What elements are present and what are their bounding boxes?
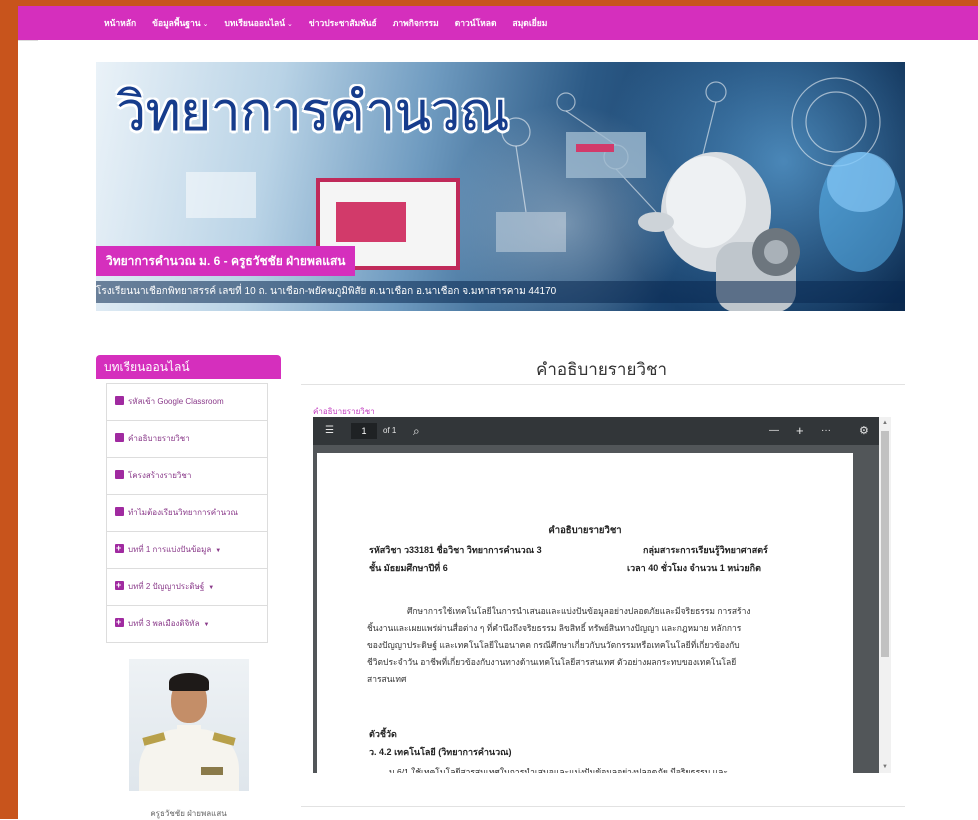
book-icon [115, 433, 124, 442]
divider [301, 806, 905, 807]
chevron-down-icon: ⌄ [202, 21, 209, 28]
sidebar-item-google-classroom[interactable]: รหัสเข้า Google Classroom [107, 384, 267, 421]
left-edge-stripe [0, 0, 18, 819]
nav-online-lessons[interactable]: บทเรียนออนไลน์ ⌄ [224, 16, 292, 30]
settings-icon[interactable]: ⚙ [859, 417, 869, 445]
zoom-out-button[interactable]: — [769, 417, 779, 445]
nav-guestbook[interactable]: สมุดเยี่ยม [513, 16, 548, 30]
sidebar-item-why-study[interactable]: ทำไมต้องเรียนวิทยาการคำนวณ [107, 495, 267, 532]
sidebar: บทเรียนออนไลน์ รหัสเข้า Google Classroom… [96, 355, 281, 820]
scroll-down-icon[interactable]: ▼ [881, 763, 889, 771]
zoom-in-button[interactable]: + [796, 417, 804, 445]
indicator-line: ม.6/1 ใช้เทคโนโลยีสารสนเทศในการนำเสนอและ… [389, 767, 728, 773]
sidebar-item-chapter-3[interactable]: บทที่ 3 พลเมืองดิจิทัล▼ [107, 604, 267, 642]
standard-heading: ว. 4.2 เทคโนโลยี (วิทยาการคำนวณ) [369, 747, 512, 757]
caret-down-icon: ▼ [208, 585, 215, 591]
divider [18, 40, 38, 41]
chevron-down-icon: ⌄ [287, 21, 293, 28]
pdf-toolbar: ☰ 1 of 1 ⌕ — + ··· ⚙ [313, 417, 879, 445]
scrollbar-thumb[interactable] [881, 431, 889, 657]
course-description-paragraph: ศึกษาการใช้เทคโนโลยีในการนำเสนอและแบ่งปั… [367, 606, 751, 684]
nav-basic-info[interactable]: ข้อมูลพื้นฐาน ⌄ [152, 16, 208, 30]
time-credits: เวลา 40 ชั่วโมง จำนวน 1 หน่วยกิต [627, 563, 761, 573]
pdf-scrollbar[interactable]: ▲ ▼ [879, 417, 891, 773]
sidebar-item-course-description[interactable]: คำอธิบายรายวิชา [107, 421, 267, 458]
page-number-input[interactable]: 1 [351, 423, 377, 439]
nav-news[interactable]: ข่าวประชาสัมพันธ์ [309, 16, 377, 30]
nav-home[interactable]: หน้าหลัก [104, 16, 136, 30]
scroll-up-icon[interactable]: ▲ [881, 419, 889, 427]
top-navigation-bar: หน้าหลัก ข้อมูลพื้นฐาน ⌄ บทเรียนออนไลน์ ⌄ … [18, 6, 978, 40]
page-title: คำอธิบายรายวิชา [536, 360, 668, 379]
banner-title: วิทยาการคำนวณ [116, 80, 510, 143]
outline-icon[interactable]: ☰ [325, 417, 334, 445]
header-banner: วิทยาการคำนวณ วิทยาการคำนวณ ม. 6 - ครูธว… [96, 62, 905, 311]
pdf-page: คำอธิบายรายวิชา รหัสวิชา ว33181 ชื่อวิชา… [317, 453, 853, 773]
caret-down-icon: ▼ [215, 548, 222, 554]
teacher-photo [129, 659, 249, 791]
document-title: คำอธิบายรายวิชา [548, 525, 622, 536]
learning-group: กลุ่มสาระการเรียนรู้วิทยาศาสตร์ [643, 545, 768, 555]
grade-level: ชั้น มัธยมศึกษาปีที่ 6 [369, 563, 448, 573]
search-icon[interactable]: ⌕ [413, 417, 420, 445]
sidebar-item-course-structure[interactable]: โครงสร้างรายวิชา [107, 458, 267, 495]
book-icon [115, 470, 124, 479]
nav-downloads[interactable]: ดาวน์โหลด [455, 16, 497, 30]
more-options-icon[interactable]: ··· [821, 417, 831, 445]
divider [301, 384, 905, 385]
sidebar-header: บทเรียนออนไลน์ [96, 355, 281, 379]
course-code-name: รหัสวิชา ว33181 ชื่อวิชา วิทยาการคำนวณ 3 [369, 545, 542, 555]
nav-activities[interactable]: ภาพกิจกรรม [393, 16, 439, 30]
page-count: of 1 [383, 426, 397, 435]
indicators-heading: ตัวชี้วัด [369, 729, 397, 739]
pdf-viewer[interactable]: ☰ 1 of 1 ⌕ — + ··· ⚙ คำอธิบายรายวิชา รหั… [313, 417, 879, 773]
book-icon [115, 507, 124, 516]
sidebar-item-chapter-1[interactable]: บทที่ 1 การแบ่งปันข้อมูล▼ [107, 530, 267, 569]
banner-subtitle: วิทยาการคำนวณ ม. 6 - ครูธวัชชัย ฝ่ายพลแส… [96, 246, 356, 276]
sidebar-menu: รหัสเข้า Google Classroom คำอธิบายรายวิช… [106, 383, 268, 643]
sidebar-item-chapter-2[interactable]: บทที่ 2 ปัญญาประดิษฐ์▼ [107, 567, 267, 606]
plus-square-icon [115, 530, 124, 566]
plus-square-icon [115, 604, 124, 640]
teacher-name: ครูธวัชชัย ฝ่ายพลแสน [150, 809, 227, 818]
school-address: โรงเรียนนาเชือกพิทยาสรรค์ เลขที่ 10 ถ. น… [96, 281, 905, 303]
caret-down-icon: ▼ [203, 622, 210, 628]
plus-square-icon [115, 567, 124, 603]
main-menu: หน้าหลัก ข้อมูลพื้นฐาน ⌄ บทเรียนออนไลน์ ⌄ … [104, 6, 547, 40]
book-icon [115, 396, 124, 405]
